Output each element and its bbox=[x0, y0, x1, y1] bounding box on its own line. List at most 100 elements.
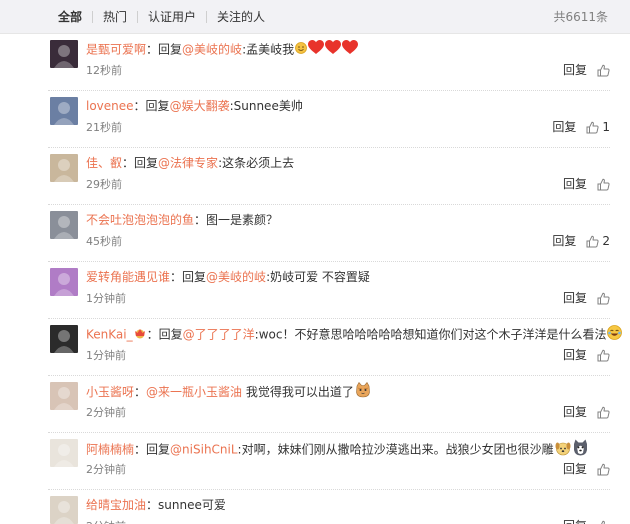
like-button[interactable] bbox=[597, 292, 610, 305]
comment-item: 阿楠楠楠：回复@niSihCniL:对啊，妹妹们刚从撒哈拉沙漠逃出来。战狼少女团… bbox=[48, 433, 610, 490]
comment-separator: ： bbox=[194, 213, 207, 227]
like-button[interactable] bbox=[597, 178, 610, 191]
comment-separator: ： bbox=[170, 270, 183, 284]
like-count: 2 bbox=[602, 234, 610, 248]
comment-item: 给晴宝加油：sunnee可爱 2分钟前 回复 bbox=[48, 490, 610, 524]
filter-tabs: 全部 热门 认证用户 关注的人 bbox=[58, 9, 265, 25]
comment-separator: ： bbox=[146, 327, 159, 342]
mention-link[interactable]: @美岐的岐 bbox=[206, 270, 266, 284]
reply-button[interactable]: 回复 bbox=[563, 291, 587, 305]
mention-link[interactable]: @了了了了洋 bbox=[183, 328, 255, 342]
like-button[interactable]: 1 bbox=[586, 120, 610, 134]
tab-divider bbox=[137, 11, 139, 23]
comment-actions: 回复 2 bbox=[552, 234, 610, 248]
reply-button[interactable]: 回复 bbox=[552, 234, 576, 248]
comment-separator: ： bbox=[134, 442, 147, 457]
husky-emoji-icon bbox=[572, 439, 589, 461]
comment-username[interactable]: 阿楠楠楠 bbox=[86, 443, 134, 457]
avatar[interactable] bbox=[50, 325, 78, 353]
reply-prefix: 回复 bbox=[158, 42, 183, 57]
reply-button[interactable]: 回复 bbox=[552, 120, 576, 134]
avatar[interactable] bbox=[50, 268, 78, 296]
tab-following[interactable]: 关注的人 bbox=[217, 9, 265, 25]
comment-actions: 回复 1 bbox=[552, 120, 610, 134]
avatar[interactable] bbox=[50, 496, 78, 524]
comment-item: KenKai_ ： 回复 @了了了了洋:woc！不好意思哈哈哈哈哈想知道你们对这个木子… bbox=[48, 319, 623, 376]
heart-emoji-icon bbox=[308, 40, 325, 60]
comment-text: :孟美岐我 bbox=[242, 42, 295, 57]
comment-content: 给晴宝加油：sunnee可爱 bbox=[86, 496, 610, 514]
comment-timestamp: 12秒前 bbox=[86, 64, 122, 77]
comment-username[interactable]: 小玉酱呀 bbox=[86, 385, 134, 399]
tab-verified-users[interactable]: 认证用户 bbox=[148, 9, 196, 25]
comment-username[interactable]: 不会吐泡泡泡泡的鱼 bbox=[86, 213, 194, 227]
comment-text: :woc！不好意思哈哈哈哈哈想知道你们对这个木子洋洋是什么看法 bbox=[254, 327, 607, 342]
comment-filter-bar: 全部 热门 认证用户 关注的人 共6611条 bbox=[0, 0, 630, 34]
comment-text: :奶岐可爱 不容置疑 bbox=[266, 270, 370, 284]
smile-emoji-icon bbox=[295, 41, 308, 59]
reply-button[interactable]: 回复 bbox=[563, 462, 587, 476]
comment-timestamp: 1分钟前 bbox=[86, 292, 126, 305]
tab-hot[interactable]: 热门 bbox=[103, 9, 127, 25]
comment-content: 是甄可爱啊：回复@美岐的岐:孟美岐我 bbox=[86, 40, 610, 58]
reply-button[interactable]: 回复 bbox=[563, 348, 587, 362]
comment-username[interactable]: 是甄可爱啊 bbox=[86, 43, 146, 57]
like-button[interactable] bbox=[597, 64, 610, 77]
avatar[interactable] bbox=[50, 154, 78, 182]
mention-link[interactable]: @娱大翻袭 bbox=[170, 99, 230, 113]
avatar[interactable] bbox=[50, 97, 78, 125]
avatar[interactable] bbox=[50, 40, 78, 68]
comment-actions: 回复 bbox=[563, 462, 610, 476]
like-button[interactable] bbox=[597, 406, 610, 419]
reply-prefix: 回复 bbox=[146, 442, 171, 457]
thumbs-up-icon bbox=[597, 463, 610, 475]
comment-item: 爱转角能遇见谁：回复@美岐的岐:奶岐可爱 不容置疑 1分钟前 回复 bbox=[48, 262, 610, 319]
mention-link[interactable]: @美岐的岐 bbox=[182, 43, 242, 57]
dog-emoji-icon bbox=[555, 440, 571, 461]
thumbs-up-icon bbox=[586, 121, 599, 133]
comment-separator: ： bbox=[146, 498, 159, 512]
mention-link[interactable]: @法律专家 bbox=[158, 156, 218, 170]
comment-actions: 回复 bbox=[563, 348, 610, 362]
like-button[interactable]: 2 bbox=[586, 234, 610, 248]
avatar[interactable] bbox=[50, 439, 78, 467]
like-button[interactable] bbox=[597, 349, 610, 362]
reply-button[interactable]: 回复 bbox=[563, 63, 587, 77]
comment-separator: ： bbox=[134, 385, 147, 399]
comment-content: KenKai_ ：回复@了了了了洋:woc！不好意思哈哈哈哈哈想知道你们对这个木子… bbox=[86, 325, 623, 343]
comment-username[interactable]: KenKai_ bbox=[86, 328, 133, 342]
comment-username[interactable]: 给晴宝加油 bbox=[86, 498, 146, 512]
thumbs-up-icon bbox=[586, 235, 599, 247]
comment-item: lovenee：回复@娱大翻袭:Sunnee美帅 21秒前 回复 1 bbox=[48, 91, 610, 148]
comment-text: :Sunnee美帅 bbox=[229, 99, 303, 113]
comment-separator: ： bbox=[122, 156, 135, 170]
comment-text: :对啊，妹妹们刚从撒哈拉沙漠逃出来。战狼少女团也很沙雕 bbox=[237, 442, 554, 457]
comment-username[interactable]: 佳、叡 bbox=[86, 156, 122, 170]
like-button[interactable] bbox=[597, 463, 610, 476]
mention-link[interactable]: @来一瓶小玉酱油 bbox=[146, 385, 242, 399]
reply-button[interactable]: 回复 bbox=[563, 519, 587, 524]
comment-content: 不会吐泡泡泡泡的鱼：图一是素颜？ bbox=[86, 211, 610, 229]
reply-button[interactable]: 回复 bbox=[563, 405, 587, 419]
comment-item: 是甄可爱啊：回复@美岐的岐:孟美岐我 12秒前 回复 bbox=[48, 34, 610, 91]
laugh-emoji-icon bbox=[607, 325, 623, 345]
comment-actions: 回复 bbox=[563, 519, 610, 524]
comment-text: sunnee可爱 bbox=[158, 498, 226, 512]
like-button[interactable] bbox=[597, 520, 610, 524]
comment-item: 不会吐泡泡泡泡的鱼：图一是素颜？ 45秒前 回复 2 bbox=[48, 205, 610, 262]
mention-link[interactable]: @niSihCniL bbox=[170, 443, 238, 457]
thumbs-up-icon bbox=[597, 64, 610, 76]
comment-total-count: 共6611条 bbox=[553, 10, 608, 24]
comment-item: 小玉酱呀：@来一瓶小玉酱油 我觉得我可以出道了 2分钟前 回复 bbox=[48, 376, 610, 433]
comment-text: 图一是素颜？ bbox=[206, 213, 279, 227]
comment-text: 我觉得我可以出道了 bbox=[242, 385, 354, 399]
tab-all[interactable]: 全部 bbox=[58, 9, 82, 25]
comment-content: lovenee：回复@娱大翻袭:Sunnee美帅 bbox=[86, 97, 610, 115]
comment-timestamp: 21秒前 bbox=[86, 121, 122, 134]
comment-username[interactable]: 爱转角能遇见谁 bbox=[86, 270, 170, 284]
comment-username[interactable]: lovenee bbox=[86, 99, 134, 113]
avatar[interactable] bbox=[50, 211, 78, 239]
avatar[interactable] bbox=[50, 382, 78, 410]
comment-content: 爱转角能遇见谁：回复@美岐的岐:奶岐可爱 不容置疑 bbox=[86, 268, 610, 286]
reply-button[interactable]: 回复 bbox=[563, 177, 587, 191]
